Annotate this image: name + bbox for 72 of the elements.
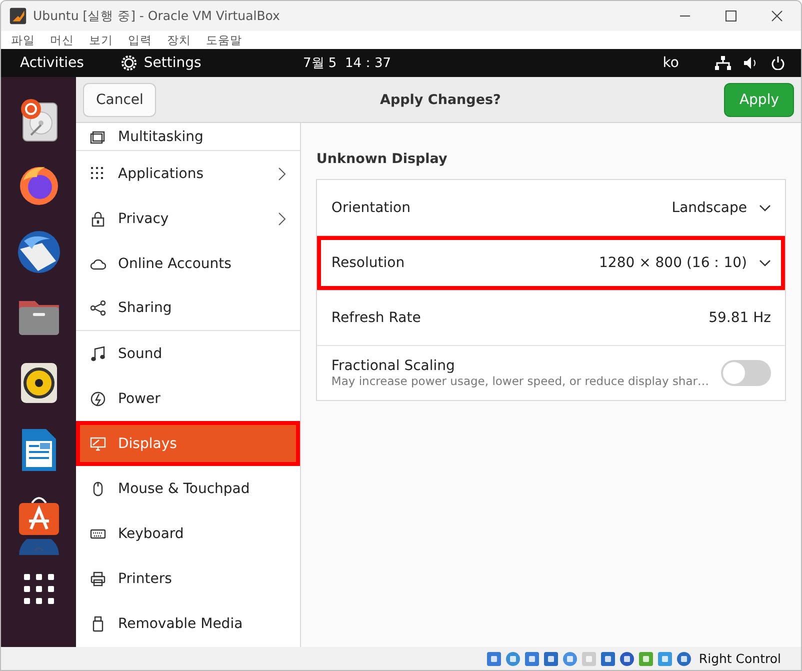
row-value: Landscape [672, 200, 747, 216]
sidebar-item[interactable]: Displays [76, 421, 300, 466]
sidebar-item[interactable]: Multitasking [76, 123, 300, 151]
language-indicator[interactable]: ko [662, 55, 679, 71]
usb-drive-icon [90, 616, 106, 632]
settings-row[interactable]: Fractional Scaling May increase power usage, lower speed, or reduce display shar… [317, 345, 785, 400]
status-icon[interactable] [562, 650, 578, 666]
status-icon[interactable] [504, 650, 521, 666]
cancel-button[interactable]: Cancel [83, 82, 156, 116]
sidebar-item[interactable]: Sharing [76, 286, 300, 331]
row-description: May increase power usage, lower speed, or reduce display shar… [331, 374, 709, 388]
printer-icon [90, 570, 106, 586]
settings-icon [120, 54, 138, 72]
status-icon[interactable] [542, 650, 559, 666]
power-icon [90, 390, 106, 406]
sidebar-item[interactable]: Power [76, 376, 300, 421]
row-label: Refresh Rate [331, 310, 421, 326]
music-note-icon [90, 346, 106, 362]
share-icon [90, 300, 106, 316]
chevron-down-icon [759, 204, 771, 212]
row-label: Orientation [331, 200, 410, 216]
network-icon[interactable] [714, 56, 731, 70]
menu-item[interactable]: 보기 [89, 32, 113, 48]
windows-icon [90, 128, 106, 144]
power-icon[interactable] [770, 56, 785, 70]
chevron-right-icon [278, 212, 286, 226]
sidebar-item[interactable]: Mouse & Touchpad [76, 466, 300, 511]
toggle-switch[interactable] [721, 360, 771, 386]
sidebar-item[interactable]: Printers [76, 556, 300, 601]
status-icon[interactable] [638, 650, 654, 666]
row-label: Fractional Scaling [331, 358, 456, 374]
maximize-icon[interactable] [725, 10, 737, 22]
clock[interactable]: 7월 5 14：37 [303, 54, 392, 72]
activities-button[interactable]: Activities [20, 55, 84, 71]
window-title: Ubuntu [실행 중] - Oracle VM VirtualBox [33, 8, 280, 24]
sidebar-item[interactable]: Keyboard [76, 511, 300, 556]
section-heading: Unknown Display [316, 151, 448, 167]
chevron-right-icon [278, 166, 286, 180]
host-key-label: Right Control [698, 651, 781, 666]
speaker-icon[interactable] [18, 361, 58, 405]
app-menu[interactable]: Settings [144, 55, 202, 71]
dialog-title: Apply Changes? [379, 92, 502, 108]
menu-item[interactable]: 머신 [50, 32, 74, 48]
row-value: 59.81 Hz [708, 310, 771, 326]
sidebar-item[interactable]: Removable Media [76, 601, 300, 646]
virtualbox-icon [9, 7, 27, 25]
monitor-icon [90, 436, 106, 452]
row-value: 1280 × 800 (16：10) [599, 254, 747, 272]
sidebar-item[interactable]: Sound [76, 331, 300, 376]
menu-item[interactable]: 도움말 [206, 32, 242, 48]
sidebar-item[interactable]: Privacy [76, 196, 300, 241]
status-icon[interactable] [524, 650, 540, 666]
lock-icon [90, 210, 106, 226]
status-icon[interactable] [676, 650, 692, 666]
app-grid-icon[interactable] [22, 573, 54, 605]
settings-row[interactable]: Orientation Landscape [317, 180, 785, 235]
disk-installer-icon[interactable] [18, 97, 58, 143]
grid-icon [90, 166, 106, 182]
row-label: Resolution [331, 255, 405, 271]
chevron-down-icon [759, 259, 771, 267]
status-icon[interactable] [618, 650, 635, 666]
sidebar-item[interactable]: Online Accounts [76, 241, 300, 286]
menu-item[interactable]: 장치 [167, 32, 191, 48]
status-icon[interactable] [600, 650, 616, 666]
status-icon[interactable] [656, 650, 673, 666]
menu-item[interactable]: 입력 [128, 32, 152, 48]
status-icon[interactable] [486, 650, 502, 666]
menu-item[interactable]: 파일 [11, 32, 35, 48]
sidebar-item[interactable]: Applications [76, 151, 300, 196]
settings-row[interactable]: Resolution 1280 × 800 (16：10) [317, 235, 785, 290]
close-icon[interactable] [771, 10, 783, 22]
document-icon[interactable] [20, 427, 58, 473]
